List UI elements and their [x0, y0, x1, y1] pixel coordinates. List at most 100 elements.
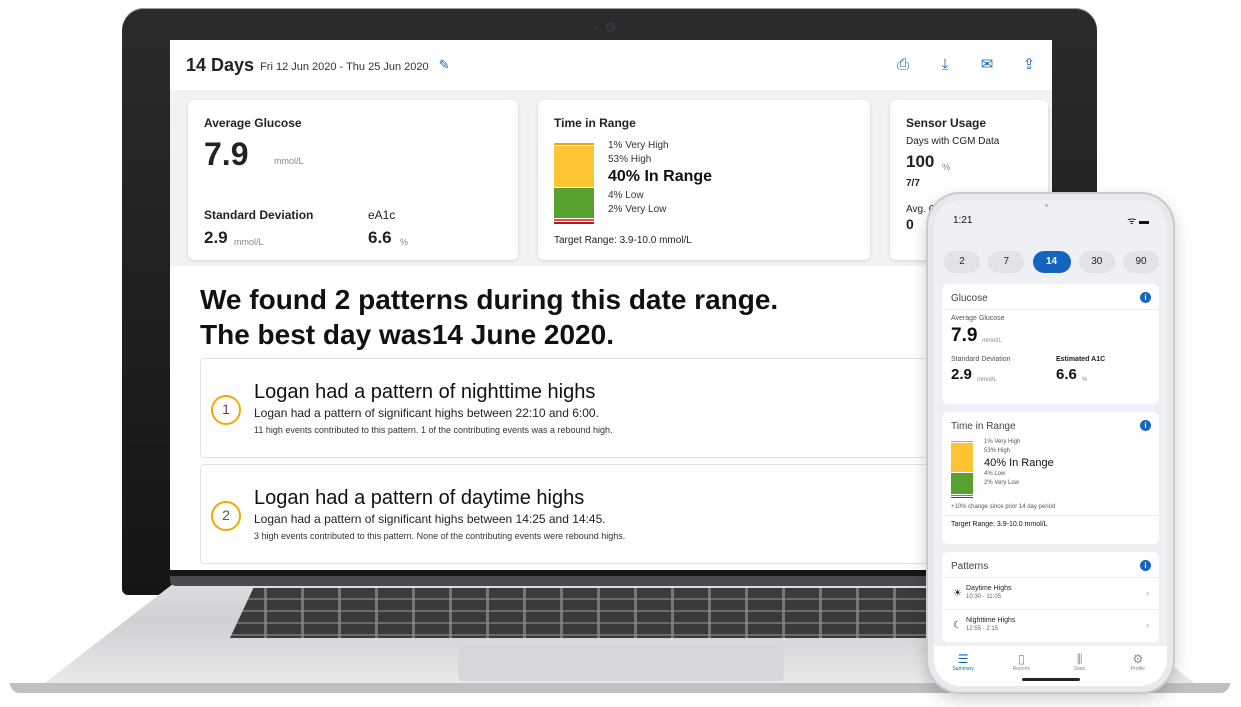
phone-tir-card[interactable]: Time in Range i 1% Very High 53% High 40…	[942, 412, 1159, 544]
wifi-battery-icon: ᯤ ▬	[1127, 216, 1149, 227]
download-icon[interactable]: ⤓	[936, 56, 954, 74]
pattern-row-name: Daytime Highs	[966, 585, 1012, 592]
info-icon[interactable]: i	[1140, 292, 1151, 303]
tir-segment-in-range	[951, 471, 973, 494]
tab-label: Summary	[952, 666, 974, 672]
laptop-screen: 14 Days Fri 12 Jun 2020 - Thu 25 Jun 202…	[170, 40, 1052, 570]
phone-tir-very-high: 1% Very High	[984, 439, 1021, 445]
pattern-title: Logan had a pattern of daytime highs	[254, 487, 585, 509]
gear-icon: ⚙	[1132, 652, 1144, 666]
phone-sd-value: 2.9	[951, 366, 972, 383]
status-bar: 1:21 ᯤ ▬	[934, 200, 1167, 236]
chevron-right-icon: ›	[1146, 588, 1149, 598]
info-icon[interactable]: i	[1140, 560, 1151, 571]
pattern-row[interactable]: ☾ Nighttime Highs 12:55 - 2:15 ›	[942, 612, 1159, 640]
tir-legend: 1% Very High 53% High 40% In Range 4% Lo…	[608, 140, 712, 218]
phone-tir-high: 53% High	[984, 448, 1011, 454]
tir-title: Time in Range	[554, 116, 636, 130]
document-icon: ▯	[1018, 652, 1025, 666]
pattern-description: Logan had a pattern of significant highs…	[254, 512, 606, 526]
tab-reports[interactable]: ▯ Reports	[1001, 652, 1041, 672]
date-range-bar: 14 Days Fri 12 Jun 2020 - Thu 25 Jun 202…	[170, 40, 1052, 90]
chevron-right-icon: ›	[1146, 620, 1149, 630]
bar-chart-icon: ⫼	[1076, 652, 1083, 666]
phone-tir-legend: 1% Very High 53% High 40% In Range 4% Lo…	[984, 439, 1054, 489]
std-dev-unit: mmol/L	[234, 237, 264, 247]
period-selector: 2 7 14 30 90	[944, 251, 1159, 273]
tab-stats[interactable]: ⫼ Stats	[1060, 652, 1100, 672]
tir-segment-high	[554, 145, 594, 187]
range-dates: Fri 12 Jun 2020 - Thu 25 Jun 2020	[260, 60, 429, 73]
pattern-card[interactable]: 1 Logan had a pattern of nighttime highs…	[200, 358, 1020, 458]
share-icon[interactable]: ⇪	[1020, 56, 1038, 74]
laptop-hinge	[170, 576, 1050, 586]
tab-label: Reports	[1012, 666, 1031, 672]
keyboard-rows	[230, 588, 1010, 638]
toolbar: ⎙ ⤓ ✉ ⇪	[894, 56, 1038, 74]
pattern-description: Logan had a pattern of significant highs…	[254, 406, 599, 420]
print-icon[interactable]: ⎙	[894, 56, 912, 74]
phone-tir-low: 4% Low	[984, 471, 1006, 477]
pattern-number: 2	[211, 501, 241, 531]
pattern-note: 11 high events contributed to this patte…	[254, 425, 613, 435]
tir-very-high: 1% Very High	[608, 140, 669, 151]
webcam	[607, 24, 614, 31]
patterns-section: We found 2 patterns during this date ran…	[170, 266, 1052, 570]
time-in-range-card: Time in Range 1% Very High 53% High 40% …	[538, 100, 870, 260]
phone-tir-very-low: 2% Very Low	[984, 480, 1020, 486]
ea1c-label: eA1c	[368, 208, 396, 222]
info-icon[interactable]: i	[1140, 420, 1151, 431]
list-icon: ☰	[957, 652, 969, 666]
pattern-number: 1	[211, 395, 241, 425]
tir-in-range: 40% In Range	[608, 168, 713, 185]
avg-glucose-value: 7.9	[204, 136, 249, 172]
tab-summary[interactable]: ☰ Summary	[943, 652, 983, 672]
sensor-avg-value: 0	[906, 216, 914, 232]
tab-profile[interactable]: ⚙ Profile	[1118, 652, 1158, 672]
phone-camera	[1045, 204, 1048, 207]
phone-glucose-card[interactable]: Glucose i Average Glucose 7.9 mmol/L Sta…	[942, 284, 1159, 404]
pattern-card[interactable]: 2 Logan had a pattern of daytime highs L…	[200, 464, 1020, 564]
sensor-title: Sensor Usage	[906, 116, 987, 130]
phone-screen: 1:21 ᯤ ▬ 2 7 14 30 90 Glucose i Average …	[934, 200, 1167, 686]
std-dev-value: 2.9	[204, 228, 228, 247]
patterns-headline: We found 2 patterns during this date ran…	[200, 282, 778, 352]
divider	[942, 577, 1159, 578]
pattern-row-time: 12:55 - 2:15	[966, 626, 999, 632]
home-indicator	[1022, 678, 1080, 681]
sensor-fraction: 7/7	[906, 178, 920, 189]
phone-avg-label: Average Glucose	[951, 315, 1005, 322]
edit-range-icon[interactable]: ✎	[439, 57, 450, 73]
period-pill-2[interactable]: 2	[944, 251, 980, 273]
sensor-days-unit: %	[942, 162, 951, 172]
tir-segment-very-low	[554, 220, 594, 224]
phone-tir-stacked-bar	[951, 440, 973, 498]
period-pill-30[interactable]: 30	[1078, 251, 1115, 273]
phone-tir-target: Target Range: 3.9-10.0 mmol/L	[951, 521, 1048, 528]
phone-tir-in-range: 40% In Range	[984, 457, 1054, 469]
tir-segment-high	[951, 442, 973, 472]
status-time: 1:21	[953, 215, 973, 226]
pattern-row-name: Nighttime Highs	[966, 617, 1016, 624]
patterns-headline-line2: The best day was14 June 2020.	[200, 319, 614, 350]
period-pill-14[interactable]: 14	[1032, 251, 1071, 273]
moon-icon: ☾	[953, 620, 962, 631]
email-icon[interactable]: ✉	[978, 56, 996, 74]
phone-glucose-title: Glucose	[951, 293, 988, 304]
tir-segment-very-low	[951, 495, 973, 498]
trackpad	[458, 645, 784, 681]
pattern-row-time: 10:30 - 11:05	[966, 594, 1001, 600]
ea1c-unit: %	[400, 237, 409, 247]
pattern-row[interactable]: ☀ Daytime Highs 10:30 - 11:05 ›	[942, 580, 1159, 608]
stage: 14 Days Fri 12 Jun 2020 - Thu 25 Jun 202…	[0, 0, 1241, 707]
sun-icon: ☀	[953, 588, 962, 599]
camera-indicator	[595, 26, 598, 29]
divider	[942, 609, 1159, 610]
avg-glucose-unit: mmol/L	[274, 156, 304, 166]
period-pill-7[interactable]: 7	[988, 251, 1025, 273]
period-pill-90[interactable]: 90	[1123, 251, 1159, 273]
phone-tir-change: +10% change since prior 14 day period	[951, 504, 1056, 510]
tir-high: 53% High	[608, 154, 652, 165]
pattern-title: Logan had a pattern of nighttime highs	[254, 381, 596, 403]
tab-label: Stats	[1073, 666, 1086, 672]
